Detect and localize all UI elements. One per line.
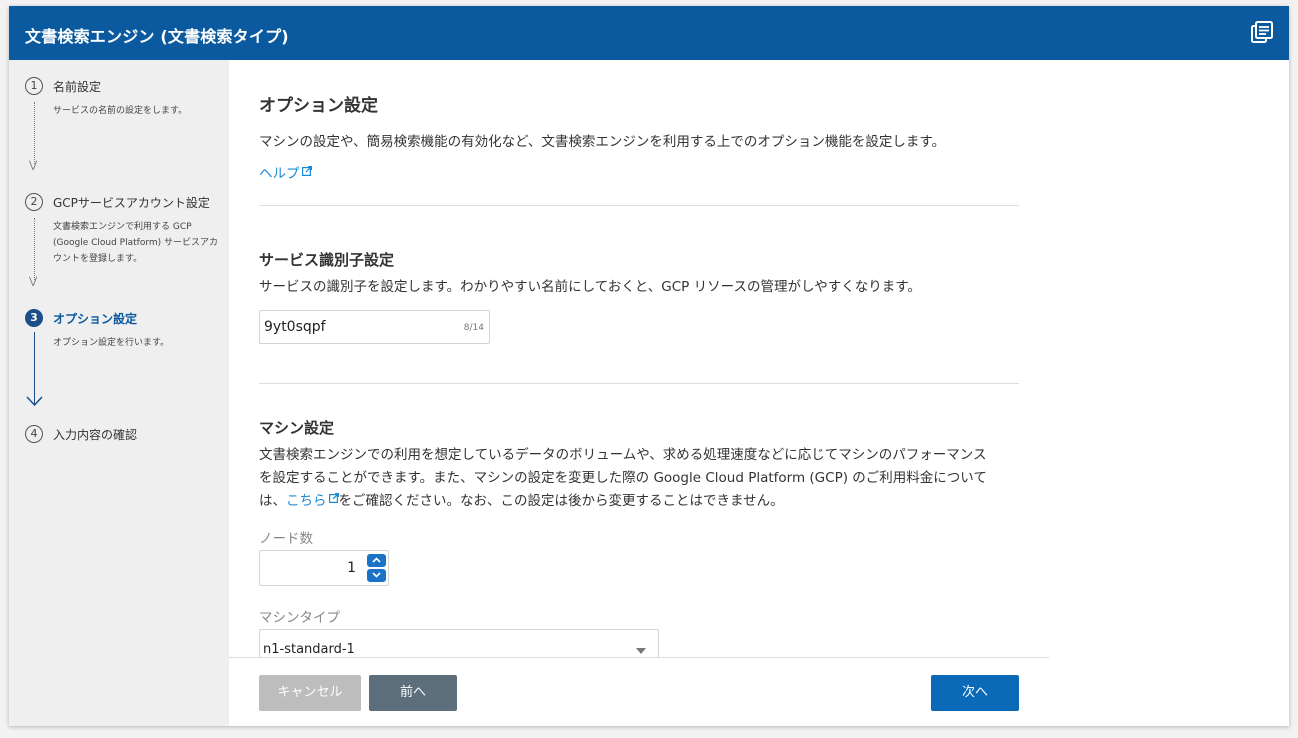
section-title: オプション設定 [259,96,378,116]
help-link[interactable]: ヘルプ [259,166,312,182]
documentation-icon[interactable] [1251,21,1273,43]
chevron-down-icon [372,572,381,578]
page-title: 文書検索エンジン (文書検索タイプ) [25,27,289,46]
machine-desc-line3: は、こちら をご確認ください。なお、この設定は後から変更することはできません。 [259,490,784,513]
service-id-value: 9yt0sqpf [264,319,326,335]
step-connector [34,102,35,164]
step-number: 2 [25,193,43,211]
step-connector-arrow: ⋁ [29,160,38,171]
service-id-heading: サービス識別子設定 [259,251,395,269]
machine-type-value: n1-standard-1 [263,642,355,657]
intro-text: マシンの設定や、簡易検索機能の有効化など、文書検索エンジンを利用する上でのオプシ… [259,134,946,150]
step-label: 名前設定 [53,80,102,94]
machine-desc-suffix: をご確認ください。なお、この設定は後から変更することはできません。 [338,493,784,509]
external-link-icon [328,493,339,503]
increment-button[interactable] [367,554,386,567]
decrement-button[interactable] [367,569,386,582]
step-description: サービスの名前の設定をします。 [53,106,188,116]
active-step-connector [34,332,35,404]
step-number: 1 [25,77,43,95]
machine-desc-prefix: は、 [259,493,286,509]
service-id-description: サービスの識別子を設定します。わかりやすい名前にしておくと、GCP リソースの管… [259,279,921,295]
wizard-window: 文書検索エンジン (文書検索タイプ) 1 名前設定 サービスの名前の設定をします… [9,6,1289,726]
node-count-label: ノード数 [259,531,313,547]
step-number: 3 [25,309,43,327]
wizard-footer: キャンセル 前へ 次へ [229,657,1049,726]
steps-sidebar: 1 名前設定 サービスの名前の設定をします。 ⋁ 2 GCPサービスアカウント設… [9,60,229,726]
active-step-arrow-icon [26,396,43,406]
service-id-input[interactable]: 9yt0sqpf 8/14 [259,310,490,344]
step-number: 4 [25,425,43,443]
dropdown-caret-icon [636,648,646,654]
char-counter: 8/14 [463,323,484,333]
node-count-stepper[interactable]: 1 [259,550,389,586]
step-connector [34,218,35,280]
machine-type-select[interactable]: n1-standard-1 [259,629,659,658]
cancel-button[interactable]: キャンセル [259,675,361,711]
machine-heading: マシン設定 [259,419,335,437]
machine-type-label: マシンタイプ [259,610,340,626]
previous-button[interactable]: 前へ [369,675,457,711]
step-label: オプション設定 [53,312,138,326]
pricing-link[interactable]: こちら [286,493,339,509]
help-link-wrap: ヘルプ [259,163,312,186]
divider [259,383,1019,384]
node-count-value: 1 [347,560,356,576]
machine-desc-line2: を設定することができます。また、マシンの設定を変更した際の Google Clo… [259,470,987,486]
divider [259,205,1019,206]
step-label: 入力内容の確認 [53,428,138,442]
app-header: 文書検索エンジン (文書検索タイプ) [9,6,1289,60]
external-link-icon [301,166,312,176]
chevron-up-icon [372,557,381,563]
step-label: GCPサービスアカウント設定 [53,196,210,210]
step-description: オプション設定を行います。 [53,338,170,348]
machine-desc-line1: 文書検索エンジンでの利用を想定しているデータのボリュームや、求める処理速度などに… [259,447,987,463]
step-connector-arrow: ⋁ [29,276,38,287]
main-content: オプション設定 マシンの設定や、簡易検索機能の有効化など、文書検索エンジンを利用… [229,60,1289,658]
next-button[interactable]: 次へ [931,675,1019,711]
step-description: 文書検索エンジンで利用する GCP (Google Cloud Platform… [53,222,219,264]
